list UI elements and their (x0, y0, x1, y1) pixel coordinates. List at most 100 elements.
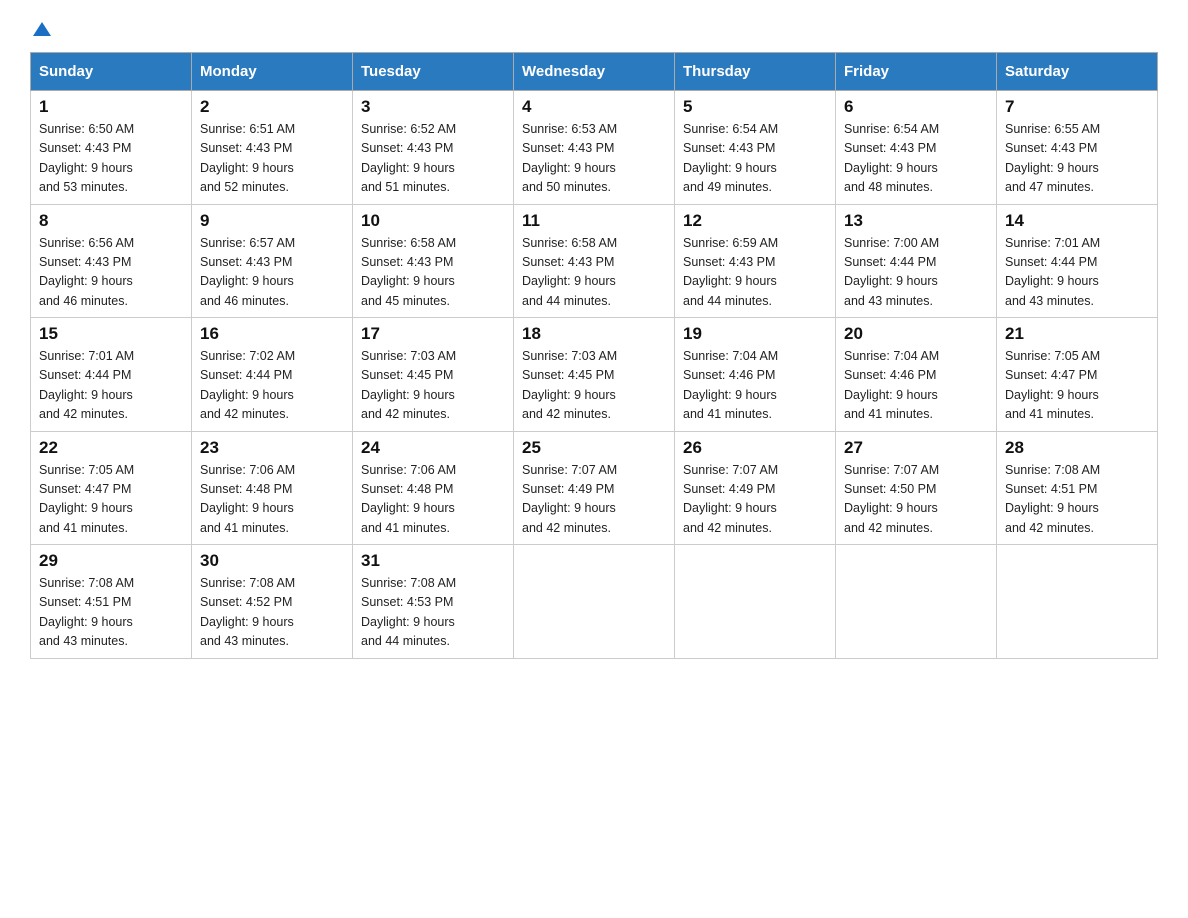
day-info-line: Daylight: 9 hours (844, 272, 988, 291)
day-info-line: and 41 minutes. (39, 519, 183, 538)
day-info-line: Sunset: 4:46 PM (683, 366, 827, 385)
table-row (997, 545, 1158, 659)
day-info-line: and 46 minutes. (200, 292, 344, 311)
day-info-line: Daylight: 9 hours (39, 386, 183, 405)
day-info-line: and 46 minutes. (39, 292, 183, 311)
day-info-line: Daylight: 9 hours (200, 272, 344, 291)
day-number: 27 (844, 438, 988, 458)
day-info-line: and 42 minutes. (683, 519, 827, 538)
day-info-line: Sunset: 4:52 PM (200, 593, 344, 612)
day-info-line: Sunrise: 7:01 AM (39, 347, 183, 366)
day-info-line: Sunset: 4:47 PM (1005, 366, 1149, 385)
day-info: Sunrise: 7:05 AMSunset: 4:47 PMDaylight:… (1005, 347, 1149, 425)
table-row: 24Sunrise: 7:06 AMSunset: 4:48 PMDayligh… (353, 431, 514, 545)
day-info-line: Daylight: 9 hours (683, 159, 827, 178)
table-row: 20 Sunrise: 7:04 AMSunset: 4:46 PMDayligh… (836, 318, 997, 432)
day-info: Sunrise: 6:55 AMSunset: 4:43 PMDaylight:… (1005, 120, 1149, 198)
day-info-line: Sunrise: 7:02 AM (200, 347, 344, 366)
header-tuesday: Tuesday (353, 53, 514, 91)
day-info: Sunrise: 6:50 AMSunset: 4:43 PMDaylight:… (39, 120, 183, 198)
day-info-line: and 41 minutes. (844, 405, 988, 424)
day-number: 14 (1005, 211, 1149, 231)
day-number: 25 (522, 438, 666, 458)
day-info: Sunrise: 7:07 AMSunset: 4:49 PMDaylight:… (522, 461, 666, 539)
header-row: SundayMondayTuesdayWednesdayThursdayFrid… (31, 53, 1158, 91)
week-row-2: 8Sunrise: 6:56 AMSunset: 4:43 PMDaylight… (31, 204, 1158, 318)
day-number: 18 (522, 324, 666, 344)
day-info-line: Sunrise: 6:54 AM (683, 120, 827, 139)
table-row: 19 Sunrise: 7:04 AMSunset: 4:46 PMDayligh… (675, 318, 836, 432)
day-info-line: Sunrise: 7:07 AM (683, 461, 827, 480)
day-info-line: Daylight: 9 hours (683, 386, 827, 405)
day-info: Sunrise: 7:08 AMSunset: 4:53 PMDaylight:… (361, 574, 505, 652)
day-info-line: Sunrise: 6:56 AM (39, 234, 183, 253)
day-number: 3 (361, 97, 505, 117)
header-thursday: Thursday (675, 53, 836, 91)
day-info-line: Daylight: 9 hours (844, 499, 988, 518)
day-info-line: Daylight: 9 hours (522, 272, 666, 291)
day-number: 8 (39, 211, 183, 231)
day-info-line: and 42 minutes. (39, 405, 183, 424)
day-number: 9 (200, 211, 344, 231)
day-info-line: and 41 minutes. (361, 519, 505, 538)
day-info-line: Daylight: 9 hours (39, 272, 183, 291)
table-row: 4Sunrise: 6:53 AMSunset: 4:43 PMDaylight… (514, 91, 675, 205)
day-info: Sunrise: 7:01 AMSunset: 4:44 PMDaylight:… (1005, 234, 1149, 312)
day-number: 11 (522, 211, 666, 231)
day-number: 22 (39, 438, 183, 458)
day-info: Sunrise: 7:04 AMSunset: 4:46 PMDaylight:… (683, 347, 827, 425)
day-info-line: Daylight: 9 hours (39, 499, 183, 518)
day-info-line: Daylight: 9 hours (522, 386, 666, 405)
week-row-4: 22Sunrise: 7:05 AMSunset: 4:47 PMDayligh… (31, 431, 1158, 545)
day-info-line: Sunrise: 7:07 AM (844, 461, 988, 480)
day-number: 4 (522, 97, 666, 117)
table-row: 14 Sunrise: 7:01 AMSunset: 4:44 PMDayligh… (997, 204, 1158, 318)
table-row: 31Sunrise: 7:08 AMSunset: 4:53 PMDayligh… (353, 545, 514, 659)
day-info-line: Sunset: 4:51 PM (1005, 480, 1149, 499)
table-row: 25 Sunrise: 7:07 AMSunset: 4:49 PMDayligh… (514, 431, 675, 545)
day-number: 19 (683, 324, 827, 344)
table-row: 28Sunrise: 7:08 AMSunset: 4:51 PMDayligh… (997, 431, 1158, 545)
week-row-5: 29Sunrise: 7:08 AMSunset: 4:51 PMDayligh… (31, 545, 1158, 659)
day-info-line: Sunset: 4:48 PM (200, 480, 344, 499)
day-info-line: Sunset: 4:49 PM (522, 480, 666, 499)
day-number: 20 (844, 324, 988, 344)
calendar-table: SundayMondayTuesdayWednesdayThursdayFrid… (30, 52, 1158, 659)
day-info-line: Sunset: 4:43 PM (200, 139, 344, 158)
day-info-line: and 41 minutes. (1005, 405, 1149, 424)
day-info-line: Daylight: 9 hours (200, 386, 344, 405)
day-info-line: Sunset: 4:43 PM (1005, 139, 1149, 158)
day-info-line: Sunset: 4:45 PM (522, 366, 666, 385)
day-info-line: Daylight: 9 hours (361, 159, 505, 178)
day-info-line: Sunset: 4:43 PM (39, 253, 183, 272)
day-info: Sunrise: 6:54 AMSunset: 4:43 PMDaylight:… (844, 120, 988, 198)
day-info-line: and 42 minutes. (1005, 519, 1149, 538)
day-info-line: Daylight: 9 hours (361, 386, 505, 405)
table-row (675, 545, 836, 659)
day-info-line: Sunset: 4:43 PM (361, 139, 505, 158)
day-info-line: and 49 minutes. (683, 178, 827, 197)
day-info-line: and 43 minutes. (39, 632, 183, 651)
day-info-line: Daylight: 9 hours (1005, 386, 1149, 405)
header-friday: Friday (836, 53, 997, 91)
day-info-line: and 48 minutes. (844, 178, 988, 197)
day-info-line: Sunrise: 7:07 AM (522, 461, 666, 480)
day-info-line: and 42 minutes. (361, 405, 505, 424)
day-info: Sunrise: 6:57 AMSunset: 4:43 PMDaylight:… (200, 234, 344, 312)
day-info: Sunrise: 7:08 AMSunset: 4:51 PMDaylight:… (1005, 461, 1149, 539)
day-info-line: Sunset: 4:49 PM (683, 480, 827, 499)
table-row: 18Sunrise: 7:03 AMSunset: 4:45 PMDayligh… (514, 318, 675, 432)
day-info-line: Daylight: 9 hours (1005, 159, 1149, 178)
table-row: 27Sunrise: 7:07 AMSunset: 4:50 PMDayligh… (836, 431, 997, 545)
day-info-line: Sunset: 4:43 PM (200, 253, 344, 272)
day-info-line: Daylight: 9 hours (361, 272, 505, 291)
day-info: Sunrise: 7:04 AMSunset: 4:46 PMDaylight:… (844, 347, 988, 425)
table-row: 21Sunrise: 7:05 AMSunset: 4:47 PMDayligh… (997, 318, 1158, 432)
day-info-line: Sunset: 4:43 PM (844, 139, 988, 158)
day-number: 6 (844, 97, 988, 117)
day-info-line: Sunset: 4:43 PM (522, 139, 666, 158)
day-info-line: and 42 minutes. (522, 519, 666, 538)
day-info-line: and 43 minutes. (1005, 292, 1149, 311)
table-row: 9 Sunrise: 6:57 AMSunset: 4:43 PMDaylight… (192, 204, 353, 318)
table-row: 30Sunrise: 7:08 AMSunset: 4:52 PMDayligh… (192, 545, 353, 659)
